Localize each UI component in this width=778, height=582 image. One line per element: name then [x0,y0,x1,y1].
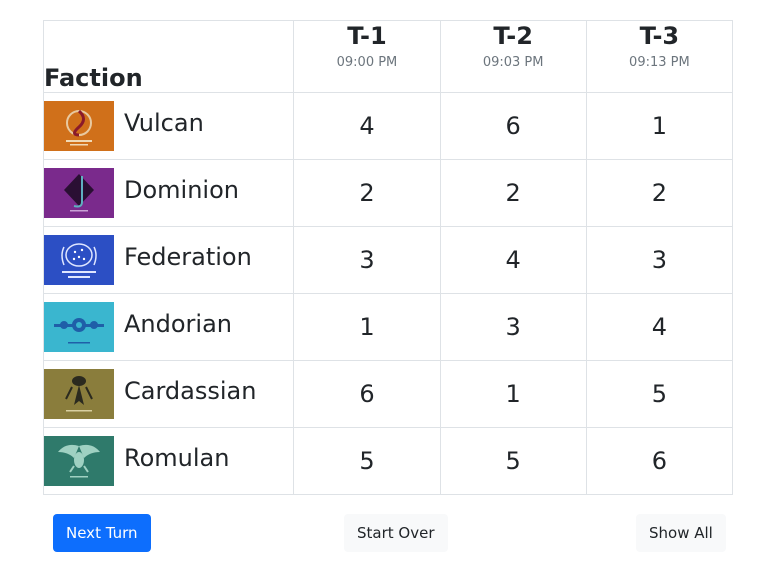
start-over-button[interactable]: Start Over [344,514,448,552]
next-turn-button[interactable]: Next Turn [53,514,151,552]
table-row: Cardassian 6 1 5 [42,360,734,428]
show-all-button[interactable]: Show All [636,514,726,552]
score-cell: 2 [439,159,587,227]
score-cell: 4 [293,92,441,160]
dominion-emblem-icon [44,168,114,218]
faction-cell: Cardassian [42,360,295,428]
faction-name: Andorian [124,310,232,338]
score-cell: 6 [439,92,587,160]
faction-name: Federation [124,243,252,271]
turn-time: 09:13 PM [629,55,690,70]
score-cell: 2 [585,159,734,227]
score-cell: 3 [293,226,441,294]
score-cell: 1 [585,92,734,160]
faction-cell: Andorian [42,293,295,361]
table-row: Vulcan 4 6 1 [42,92,734,160]
turn-time: 09:03 PM [482,55,544,70]
vulcan-emblem-icon [44,101,114,151]
faction-column-header: Faction [42,20,295,93]
turn-label: T-1 [347,22,387,50]
table-row: Romulan 5 5 6 [42,427,734,495]
score-cell: 6 [293,360,441,428]
table-row: Dominion 2 2 2 [42,159,734,227]
score-cell: 5 [585,360,734,428]
turn-header-2: T-2 09:03 PM [439,20,587,93]
turn-header-3: T-3 09:13 PM [585,20,734,93]
faction-name: Romulan [124,444,230,472]
score-table: Faction T-1 09:00 PM T-2 09:03 PM T-3 09… [42,20,734,495]
faction-cell: Romulan [42,427,295,495]
faction-name: Vulcan [124,109,204,137]
scoreboard: Faction T-1 09:00 PM T-2 09:03 PM T-3 09… [42,20,734,495]
faction-name: Cardassian [124,377,257,405]
score-cell: 6 [585,427,734,495]
score-cell: 1 [293,293,441,361]
faction-cell: Vulcan [42,92,295,160]
romulan-emblem-icon [44,436,114,486]
faction-cell: Dominion [42,159,295,227]
header-row: Faction T-1 09:00 PM T-2 09:03 PM T-3 09… [42,20,734,93]
score-cell: 3 [439,293,587,361]
score-cell: 5 [293,427,441,495]
score-cell: 4 [439,226,587,294]
score-cell: 2 [293,159,441,227]
andorian-emblem-icon [44,302,114,352]
score-cell: 4 [585,293,734,361]
turn-header-1: T-1 09:00 PM [293,20,441,93]
faction-name: Dominion [124,176,239,204]
federation-emblem-icon [44,235,114,285]
score-cell: 1 [439,360,587,428]
turn-time: 09:00 PM [336,55,398,70]
score-cell: 5 [439,427,587,495]
table-row: Federation 3 4 3 [42,226,734,294]
turn-label: T-2 [493,22,533,50]
cardassian-emblem-icon [44,369,114,419]
faction-cell: Federation [42,226,295,294]
table-row: Andorian 1 3 4 [42,293,734,361]
turn-label: T-3 [639,22,680,50]
score-cell: 3 [585,226,734,294]
